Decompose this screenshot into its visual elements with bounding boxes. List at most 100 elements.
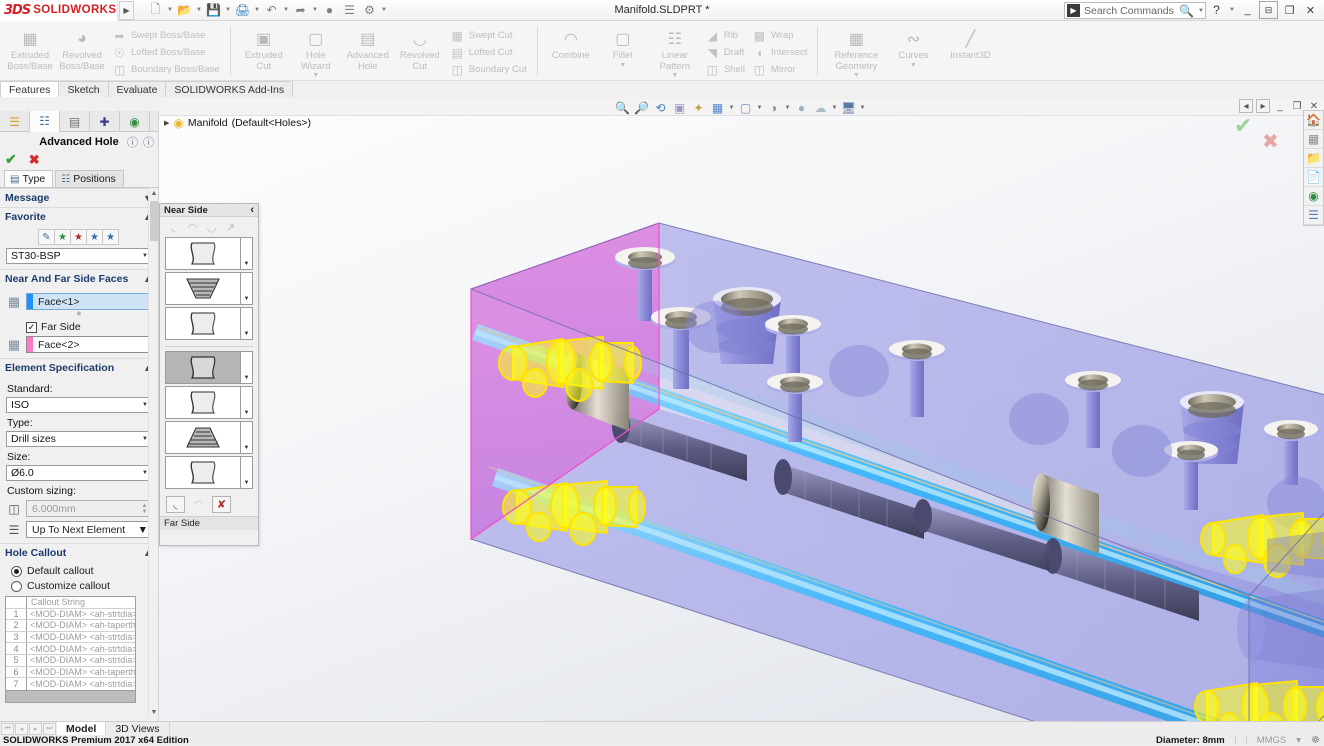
- print-icon[interactable]: 🖨: [233, 1, 252, 20]
- load-favorite-icon[interactable]: ★: [102, 229, 119, 245]
- section-favorite[interactable]: Favorite ▲: [0, 207, 158, 226]
- default-callout-radio[interactable]: [11, 566, 22, 577]
- table-row[interactable]: 4 <MOD-DIAM> <ah-strtdia>: [6, 643, 135, 655]
- favorite-select[interactable]: ST30-BSP ▼: [6, 248, 152, 264]
- customize-callout-radio[interactable]: [11, 581, 22, 592]
- zoom-to-fit-icon[interactable]: 🔍: [614, 99, 631, 116]
- zoom-to-area-icon[interactable]: 🔎: [633, 99, 650, 116]
- extruded-boss-base-button[interactable]: ▦ Extruded Boss/Base: [4, 24, 56, 72]
- configuration-manager-tab[interactable]: ▤: [60, 111, 90, 132]
- element-dropdown-icon[interactable]: ▼: [240, 387, 252, 418]
- table-row[interactable]: 1 <MOD-DIAM> <ah-strtdia>: [6, 609, 135, 621]
- callout-string-value[interactable]: <MOD-DIAM> <ah-strtdia>: [27, 609, 135, 620]
- fillet-button[interactable]: ▢ Fillet ▼: [597, 24, 649, 70]
- element-dropdown-icon[interactable]: ▼: [240, 422, 252, 453]
- save-favorite-icon[interactable]: ★: [86, 229, 103, 245]
- print-caret-icon[interactable]: ▼: [253, 7, 261, 13]
- first-tab-icon[interactable]: ⏮: [1, 723, 14, 735]
- reference-geometry-caret-icon[interactable]: ▼: [853, 72, 860, 80]
- maximize-button[interactable]: ❐: [1280, 1, 1299, 19]
- insert-element-above-icon[interactable]: ◟: [166, 220, 181, 234]
- view-settings-caret-icon[interactable]: ▼: [831, 105, 838, 111]
- linear-pattern-button[interactable]: ☷ Linear Pattern ▼: [649, 24, 701, 80]
- select-caret-icon[interactable]: ▼: [311, 7, 319, 13]
- tab-positions[interactable]: ☷ Positions: [55, 170, 124, 187]
- far-face-select-box[interactable]: Face<2>: [26, 336, 152, 353]
- ok-button[interactable]: ✔: [5, 151, 17, 168]
- element-dropdown-icon[interactable]: ▼: [240, 308, 252, 339]
- customize-callout-option[interactable]: Customize callout: [11, 580, 158, 592]
- help-caret-icon[interactable]: ▼: [1228, 7, 1236, 13]
- element-dropdown-icon[interactable]: ▼: [240, 238, 252, 269]
- previous-view-icon[interactable]: ⟲: [652, 99, 669, 116]
- scrollbar-thumb[interactable]: [150, 201, 158, 241]
- display-style-caret-icon[interactable]: ▼: [728, 105, 735, 111]
- search-icon[interactable]: 🔍: [1179, 4, 1194, 18]
- element-item[interactable]: ▼: [165, 307, 253, 340]
- whats-new-help-icon[interactable]: ⓘ: [127, 134, 138, 150]
- element-drop,down-icon[interactable]: ▼: [240, 457, 252, 488]
- revolved-boss-base-button[interactable]: ◕ Revolved Boss/Base: [56, 24, 108, 72]
- mirror-button[interactable]: ◫ Mirror: [748, 61, 810, 78]
- next-tab-icon[interactable]: ▸: [29, 723, 42, 735]
- add-element-icon[interactable]: ◟: [166, 496, 185, 513]
- tab-evaluate[interactable]: Evaluate: [108, 81, 167, 97]
- fillet-caret-icon[interactable]: ▼: [619, 62, 626, 70]
- dimxpert-manager-tab[interactable]: ✚: [90, 111, 120, 132]
- confirm-cancel-icon[interactable]: ✖: [1262, 129, 1279, 154]
- scroll-up-arrow-icon[interactable]: ▲: [149, 188, 158, 199]
- standard-select[interactable]: ISO ▼: [6, 397, 152, 413]
- section-faces[interactable]: Near And Far Side Faces ▲: [0, 269, 158, 288]
- section-view-icon[interactable]: ▣: [671, 99, 688, 116]
- tab-solidworks-addins[interactable]: SOLIDWORKS Add-Ins: [165, 81, 293, 97]
- last-tab-icon[interactable]: ⏭: [43, 723, 56, 735]
- restore-down-button[interactable]: ⊟: [1259, 1, 1278, 19]
- menu-expand-arrow-icon[interactable]: ▶: [119, 1, 134, 20]
- overlay-icon[interactable]: ☸: [1311, 735, 1320, 746]
- tree-expand-icon[interactable]: ▶: [164, 119, 169, 127]
- open-folder-icon[interactable]: 📂: [175, 1, 194, 20]
- hole-wizard-caret-icon[interactable]: ▼: [312, 72, 319, 80]
- lofted-boss-base-button[interactable]: ☉ Lofted Boss/Base: [108, 44, 223, 61]
- units-caret-icon[interactable]: ▾: [1296, 735, 1301, 746]
- prev-tab-icon[interactable]: ◂: [15, 723, 28, 735]
- collapse-flyout-icon[interactable]: ‹: [250, 204, 254, 216]
- table-row[interactable]: 3 <MOD-DIAM> <ah-strtdia>: [6, 632, 135, 644]
- insert-element-bottom-icon[interactable]: ◡: [204, 220, 219, 234]
- element-item[interactable]: ▼: [165, 421, 253, 454]
- close-button[interactable]: ✕: [1301, 1, 1320, 19]
- edit-appearance-caret-icon[interactable]: ▼: [784, 105, 791, 111]
- callout-string-value[interactable]: <MOD-DIAM> <ah-strtdia>: [27, 678, 135, 690]
- element-item[interactable]: ▼: [165, 456, 253, 489]
- intersect-button[interactable]: ◖ Intersect: [748, 44, 810, 61]
- confirm-ok-icon[interactable]: ✔: [1234, 113, 1252, 139]
- chevron-down-icon[interactable]: ▼: [138, 524, 148, 536]
- element-item[interactable]: ▼: [165, 386, 253, 419]
- settings-gear-icon[interactable]: ⚙: [360, 1, 379, 20]
- instant3d-button[interactable]: ╱ Instant3D: [939, 24, 1001, 62]
- minimize-button[interactable]: _: [1238, 1, 1257, 19]
- view-orientation-icon[interactable]: ✦: [690, 99, 707, 116]
- tab-features[interactable]: Features: [0, 81, 59, 97]
- open-caret-icon[interactable]: ▼: [195, 7, 203, 13]
- custom-sizing-input[interactable]: 6.000mm ▲▼: [26, 500, 152, 517]
- tab-sketch[interactable]: Sketch: [58, 81, 108, 97]
- combine-button[interactable]: ◠ Combine: [545, 24, 597, 62]
- draft-button[interactable]: ◥ Draft: [701, 44, 748, 61]
- undo-icon[interactable]: ↶: [262, 1, 281, 20]
- boundary-cut-button[interactable]: ◫ Boundary Cut: [446, 61, 530, 78]
- linear-pattern-caret-icon[interactable]: ▼: [671, 72, 678, 80]
- settings-caret-icon[interactable]: ▼: [380, 7, 388, 13]
- help-button[interactable]: ?: [1207, 1, 1226, 19]
- reference-geometry-button[interactable]: ▦ Reference Geometry ▼: [825, 24, 887, 80]
- feature-manager-tree-tab[interactable]: ☰: [0, 111, 30, 132]
- element-item[interactable]: ▼: [165, 237, 253, 270]
- promote-element-icon[interactable]: ↗: [223, 220, 238, 234]
- table-row[interactable]: 7 <MOD-DIAM> <ah-strtdia>: [6, 678, 135, 690]
- save-caret-icon[interactable]: ▼: [224, 7, 232, 13]
- graphics-area[interactable]: Y X Z 🔍 🔎 ⟲ ▣ ✦ ▦ ▼ ▢ ▼ ◑ ▼: [159, 99, 1324, 721]
- element-item[interactable]: ▼: [165, 272, 253, 305]
- element-dropdown-icon[interactable]: ▼: [240, 352, 252, 383]
- size-select[interactable]: Ø6.0 ▼: [6, 465, 152, 481]
- element-item-selected[interactable]: ▼: [165, 351, 253, 384]
